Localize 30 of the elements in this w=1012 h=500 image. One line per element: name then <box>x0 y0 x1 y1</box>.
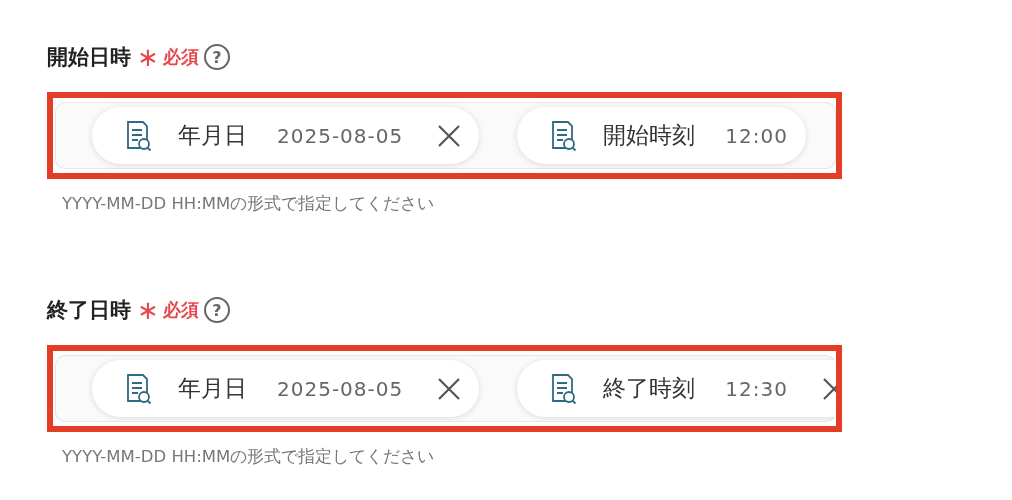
chip-value: 12:00 <box>725 123 788 148</box>
field-label: 終了日時 <box>47 297 131 324</box>
chip-label: 終了時刻 <box>603 374 696 403</box>
chip-label: 年月日 <box>178 374 247 403</box>
chip-label: 開始時刻 <box>603 121 696 150</box>
required-mark: ∗ <box>137 295 159 325</box>
required-mark: ∗ <box>137 42 159 72</box>
hint-text: YYYY-MM-DD HH:MMの形式で指定してください <box>62 193 436 215</box>
required-text: 必須 <box>162 298 199 322</box>
chip-field[interactable]: 年月日 2025-08-05 終了時刻 12:30 <box>55 355 836 422</box>
chip-value: 2025-08-05 <box>277 376 404 401</box>
document-search-icon <box>126 119 152 152</box>
date-chip[interactable]: 開始時刻 12:00 <box>517 107 806 164</box>
date-chip[interactable]: 年月日 2025-08-05 <box>92 107 480 164</box>
chip-value: 2025-08-05 <box>277 123 404 148</box>
date-chip[interactable]: 終了時刻 12:30 <box>517 360 836 417</box>
close-icon[interactable] <box>437 376 462 401</box>
chip-value: 12:30 <box>725 376 788 401</box>
document-search-icon <box>551 372 578 405</box>
chip-field[interactable]: 年月日 2025-08-05 開始時刻 12:00 <box>55 102 836 169</box>
close-icon[interactable] <box>437 123 462 148</box>
chip-label: 年月日 <box>178 121 247 150</box>
document-search-icon <box>551 119 578 152</box>
help-icon[interactable]: ? <box>203 297 230 323</box>
required-text: 必須 <box>162 45 199 69</box>
document-search-icon <box>126 372 152 405</box>
help-icon[interactable]: ? <box>203 44 230 70</box>
date-chip[interactable]: 年月日 2025-08-05 <box>92 360 480 417</box>
field-label: 開始日時 <box>47 44 131 71</box>
hint-text: YYYY-MM-DD HH:MMの形式で指定してください <box>62 446 436 468</box>
